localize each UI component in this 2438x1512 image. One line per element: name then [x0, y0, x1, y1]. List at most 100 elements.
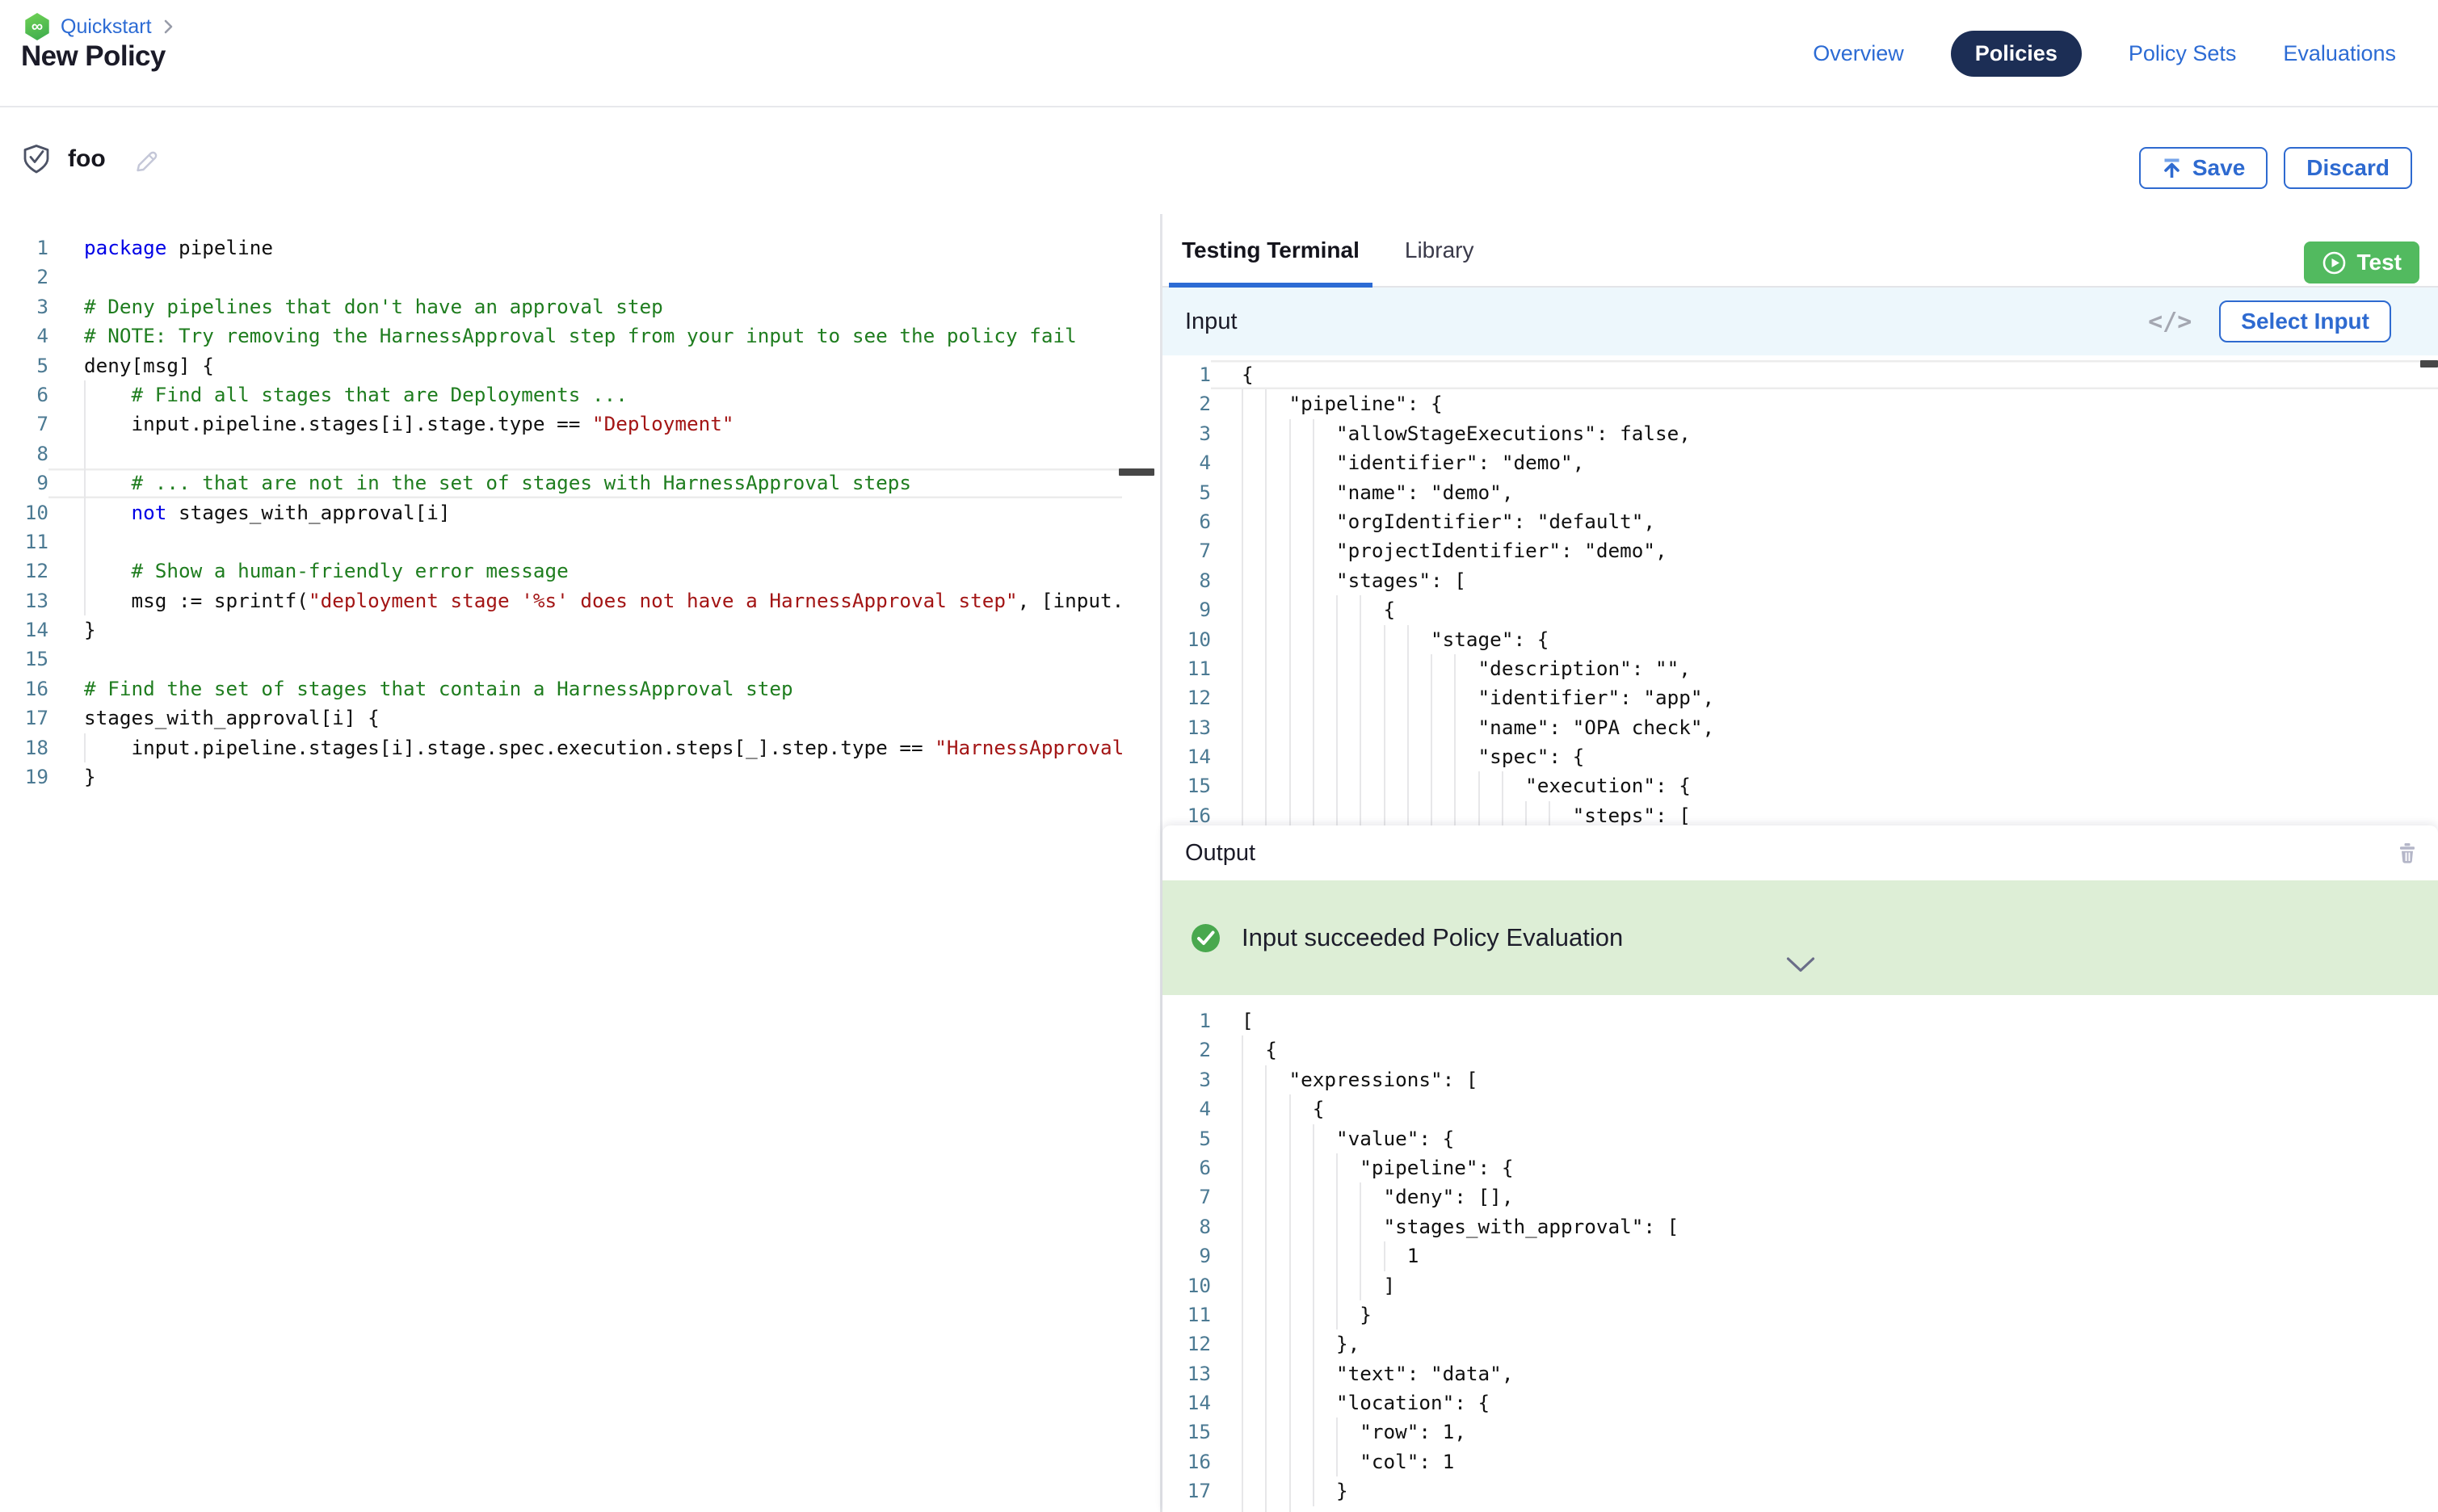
code-line[interactable]: 7 "projectIdentifier": "demo",	[1162, 536, 2438, 565]
code-line[interactable]: 12 "identifier": "app",	[1162, 683, 2438, 712]
app-header: ∞ Quickstart New Policy OverviewPolicies…	[0, 0, 2438, 107]
code-line[interactable]: 1{	[1162, 360, 2438, 389]
nav-tab-policies[interactable]: Policies	[1951, 31, 2082, 77]
line-number: 18	[0, 733, 48, 762]
code-line[interactable]: 1package pipeline	[0, 233, 1122, 262]
line-number: 5	[1162, 478, 1211, 507]
code-line[interactable]: 6 "orgIdentifier": "default",	[1162, 507, 2438, 536]
code-line[interactable]: 13 msg := sprintf("deployment stage '%s'…	[0, 586, 1122, 615]
code-line[interactable]: 14 "spec": {	[1162, 742, 2438, 771]
line-number: 11	[0, 527, 48, 556]
line-number: 18	[1162, 1506, 1211, 1512]
cursor-position-marker	[2420, 360, 2438, 368]
code-line[interactable]: 3# Deny pipelines that don't have an app…	[0, 292, 1122, 321]
code-line[interactable]: 2 "pipeline": {	[1162, 389, 2438, 418]
line-number: 2	[1162, 1035, 1211, 1065]
policy-code-editor[interactable]: 1package pipeline23# Deny pipelines that…	[0, 214, 1160, 1512]
line-number: 11	[1162, 654, 1211, 683]
line-number: 15	[0, 645, 48, 674]
line-number: 17	[1162, 1476, 1211, 1506]
tab-library[interactable]: Library	[1392, 214, 1487, 286]
line-number: 10	[1162, 1271, 1211, 1300]
code-line[interactable]: 15 "execution": {	[1162, 771, 2438, 800]
input-editor[interactable]: 1{2 "pipeline": {3 "allowStageExecutions…	[1162, 355, 2438, 825]
code-line[interactable]: 7 "deny": [],	[1162, 1182, 2438, 1212]
code-line[interactable]: 13 "name": "OPA check",	[1162, 713, 2438, 742]
code-line[interactable]: 4 "identifier": "demo",	[1162, 448, 2438, 477]
code-line[interactable]: 18 }	[1162, 1506, 2438, 1512]
code-line[interactable]: 17stages_with_approval[i] {	[0, 704, 1122, 733]
code-line[interactable]: 3 "expressions": [	[1162, 1065, 2438, 1094]
output-title: Output	[1185, 840, 1255, 867]
code-line[interactable]: 5deny[msg] {	[0, 351, 1122, 380]
edit-pencil-icon[interactable]	[132, 146, 158, 173]
line-number: 1	[1162, 1006, 1211, 1035]
code-line[interactable]: 16# Find the set of stages that contain …	[0, 674, 1122, 704]
select-input-button[interactable]: Select Input	[2219, 300, 2391, 342]
code-view-icon[interactable]: </>	[2148, 308, 2192, 336]
code-line[interactable]: 8 "stages_with_approval": [	[1162, 1212, 2438, 1241]
code-line[interactable]: 5 "value": {	[1162, 1124, 2438, 1153]
code-line[interactable]: 2 {	[1162, 1035, 2438, 1065]
code-line[interactable]: 11 }	[1162, 1300, 2438, 1329]
code-line[interactable]: 11 "description": "",	[1162, 654, 2438, 683]
nav-tab-evaluations[interactable]: Evaluations	[2283, 41, 2396, 66]
code-line[interactable]: 10 ]	[1162, 1271, 2438, 1300]
upload-icon	[2162, 158, 2182, 179]
shield-check-icon	[21, 143, 52, 175]
code-line[interactable]: 14 "location": {	[1162, 1388, 2438, 1418]
test-button-label: Test	[2357, 250, 2402, 275]
test-button[interactable]: Test	[2304, 242, 2420, 284]
code-line[interactable]: 10 "stage": {	[1162, 625, 2438, 654]
line-number: 15	[1162, 1418, 1211, 1447]
code-line[interactable]: 10 not stages_with_approval[i]	[0, 498, 1122, 527]
chevron-down-icon[interactable]	[1785, 956, 1815, 973]
code-line[interactable]: 9 # ... that are not in the set of stage…	[0, 468, 1122, 498]
code-line[interactable]: 16 "col": 1	[1162, 1447, 2438, 1476]
code-line[interactable]: 9 {	[1162, 595, 2438, 624]
line-number: 1	[0, 233, 48, 262]
code-line[interactable]: 19}	[0, 762, 1122, 792]
policy-name: foo	[68, 145, 106, 173]
code-line[interactable]: 4 {	[1162, 1094, 2438, 1124]
code-line[interactable]: 13 "text": "data",	[1162, 1359, 2438, 1388]
code-line[interactable]: 2	[0, 262, 1122, 292]
tab-testing-terminal[interactable]: Testing Terminal	[1169, 214, 1372, 286]
line-number: 19	[0, 762, 48, 792]
discard-button[interactable]: Discard	[2284, 147, 2412, 189]
code-line[interactable]: 18 input.pipeline.stages[i].stage.spec.e…	[0, 733, 1122, 762]
code-line[interactable]: 3 "allowStageExecutions": false,	[1162, 419, 2438, 448]
nav-tab-policy-sets[interactable]: Policy Sets	[2129, 41, 2237, 66]
line-number: 14	[1162, 1388, 1211, 1418]
breadcrumb: ∞ Quickstart	[24, 13, 174, 40]
code-line[interactable]: 15	[0, 645, 1122, 674]
code-line[interactable]: 1[	[1162, 1006, 2438, 1035]
code-line[interactable]: 12 },	[1162, 1329, 2438, 1359]
code-line[interactable]: 16 "steps": [	[1162, 801, 2438, 825]
breadcrumb-link-quickstart[interactable]: Quickstart	[61, 15, 152, 39]
clear-output-button[interactable]	[2394, 840, 2420, 866]
save-button[interactable]: Save	[2139, 147, 2268, 189]
code-line[interactable]: 11	[0, 527, 1122, 556]
output-editor[interactable]: 1[2 {3 "expressions": [4 {5 "value": {6 …	[1162, 995, 2438, 1512]
tab-testing-terminal-label: Testing Terminal	[1182, 237, 1360, 263]
code-line[interactable]: 8 "stages": [	[1162, 566, 2438, 595]
output-section-header: Output	[1162, 825, 2438, 880]
code-line[interactable]: 12 # Show a human-friendly error message	[0, 556, 1122, 586]
code-line[interactable]: 15 "row": 1,	[1162, 1418, 2438, 1447]
code-line[interactable]: 7 input.pipeline.stages[i].stage.type ==…	[0, 410, 1122, 439]
code-line[interactable]: 14}	[0, 615, 1122, 645]
code-line[interactable]: 6 "pipeline": {	[1162, 1153, 2438, 1182]
line-number: 3	[1162, 1065, 1211, 1094]
nav-tab-overview[interactable]: Overview	[1813, 41, 1904, 66]
code-line[interactable]: 8	[0, 439, 1122, 468]
code-line[interactable]: 5 "name": "demo",	[1162, 478, 2438, 507]
line-number: 11	[1162, 1300, 1211, 1329]
breadcrumb-chevron-icon	[162, 18, 174, 36]
line-number: 3	[1162, 419, 1211, 448]
code-line[interactable]: 4# NOTE: Try removing the HarnessApprova…	[0, 321, 1122, 351]
code-line[interactable]: 17 }	[1162, 1476, 2438, 1506]
code-line[interactable]: 9 1	[1162, 1241, 2438, 1270]
success-check-icon	[1192, 924, 1220, 952]
code-line[interactable]: 6 # Find all stages that are Deployments…	[0, 380, 1122, 410]
